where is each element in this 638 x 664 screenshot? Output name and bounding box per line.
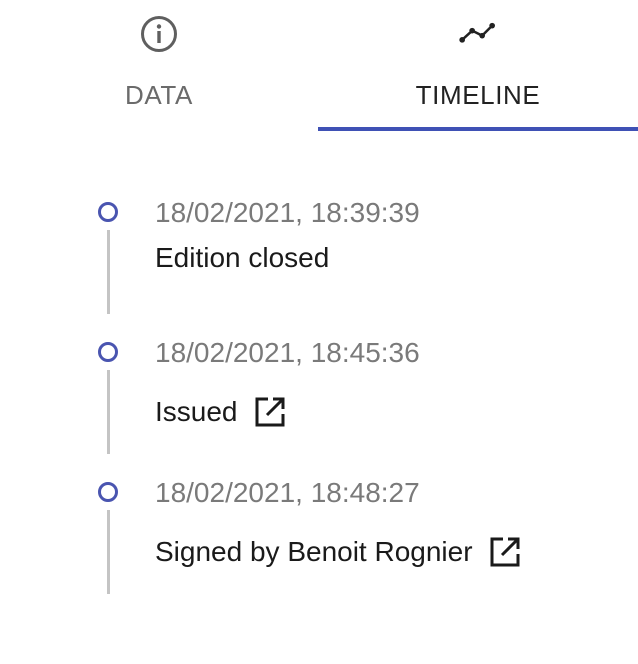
event-timestamp: 18/02/2021, 18:39:39 bbox=[155, 197, 420, 228]
timeline-event: 18/02/2021, 18:39:39 Edition closed bbox=[0, 197, 638, 342]
event-title: Edition closed bbox=[155, 242, 330, 273]
event-title-row: Issued bbox=[155, 395, 287, 429]
timeline-list: 18/02/2021, 18:39:39 Edition closed 18/0… bbox=[0, 0, 638, 664]
event-timestamp: 18/02/2021, 18:48:27 bbox=[155, 477, 420, 508]
timeline-connector bbox=[107, 370, 110, 454]
timeline-connector bbox=[107, 510, 110, 594]
timeline-event: 18/02/2021, 18:48:27 Signed by Benoit Ro… bbox=[0, 477, 638, 622]
timeline-panel: DATA TIMELINE 18/02/2021, 18:39:39 Editi… bbox=[0, 0, 638, 664]
event-title: Signed by Benoit Rognier bbox=[155, 536, 473, 567]
timeline-dot bbox=[98, 342, 118, 362]
timeline-dot bbox=[98, 482, 118, 502]
event-title-row: Edition closed bbox=[155, 242, 329, 274]
event-timestamp: 18/02/2021, 18:45:36 bbox=[155, 337, 420, 368]
timeline-event: 18/02/2021, 18:45:36 Issued bbox=[0, 337, 638, 482]
event-title-row: Signed by Benoit Rognier bbox=[155, 535, 522, 569]
timeline-dot bbox=[98, 202, 118, 222]
open-in-new-icon[interactable] bbox=[488, 535, 522, 569]
event-title: Issued bbox=[155, 396, 238, 427]
timeline-connector bbox=[107, 230, 110, 314]
open-in-new-icon[interactable] bbox=[253, 395, 287, 429]
